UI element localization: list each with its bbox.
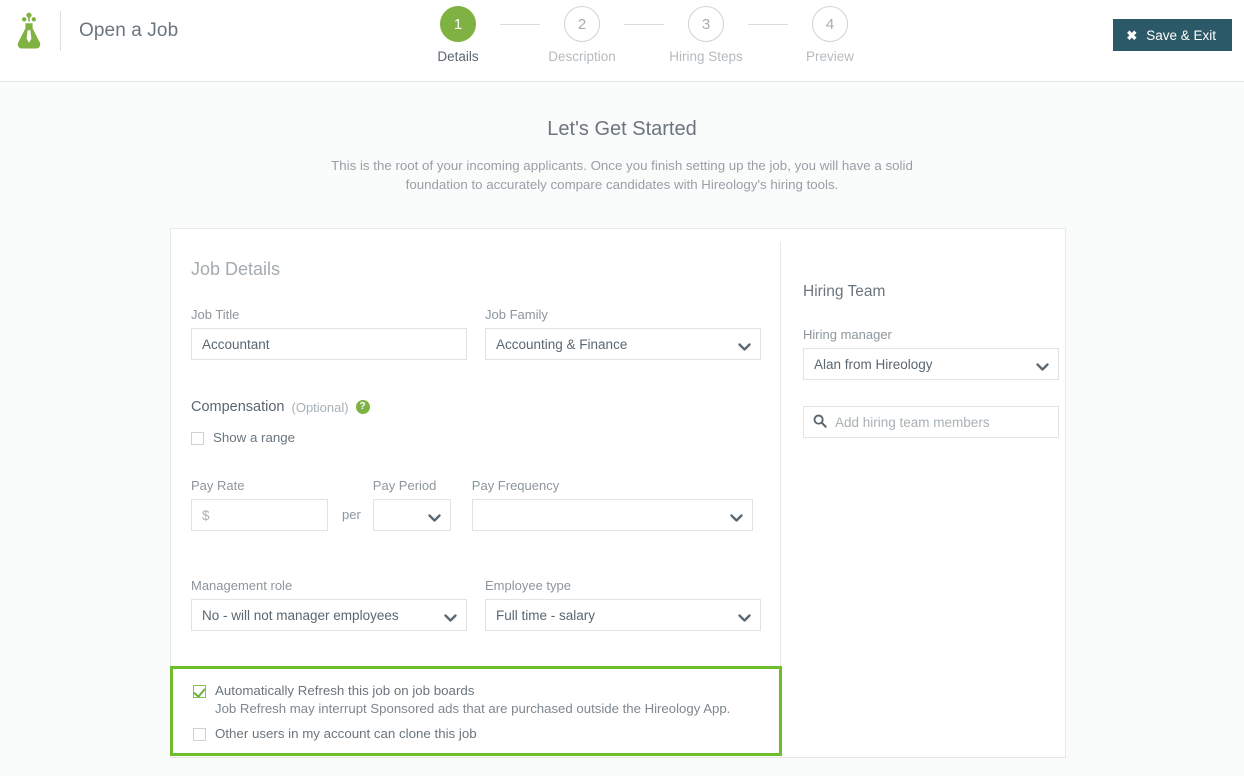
hiring-manager-select[interactable] bbox=[803, 348, 1059, 380]
clone-job-checkbox-row[interactable]: Other users in my account can clone this… bbox=[193, 726, 763, 741]
stepper-step-2[interactable]: 2 Description bbox=[540, 6, 624, 64]
auto-refresh-checkbox[interactable] bbox=[193, 685, 206, 698]
auto-refresh-checkbox-row[interactable]: Automatically Refresh this job on job bo… bbox=[193, 683, 763, 698]
step-number: 2 bbox=[564, 6, 600, 42]
step-connector bbox=[624, 24, 664, 25]
pay-rate-input[interactable] bbox=[191, 499, 328, 531]
step-label: Hiring Steps bbox=[669, 49, 743, 64]
field-hiring-manager: Hiring manager bbox=[803, 327, 1059, 380]
field-job-family: Job Family bbox=[485, 307, 761, 360]
field-pay-rate: Pay Rate bbox=[191, 478, 328, 531]
management-role-label: Management role bbox=[191, 578, 293, 593]
compensation-heading: Compensation (Optional) ? bbox=[191, 399, 370, 415]
clone-job-checkbox[interactable] bbox=[193, 728, 206, 741]
field-management-role: Management role bbox=[191, 578, 467, 631]
job-details-section-title: Job Details bbox=[191, 259, 281, 279]
save-and-exit-label: Save & Exit bbox=[1146, 27, 1216, 43]
stepper-step-4[interactable]: 4 Preview bbox=[788, 6, 872, 64]
hiring-manager-label: Hiring manager bbox=[803, 327, 892, 342]
step-connector bbox=[500, 24, 540, 25]
show-range-checkbox[interactable] bbox=[191, 432, 204, 445]
job-details-card: Job Details Job Title Job Family Compens… bbox=[170, 228, 1066, 759]
section-heading: Let's Get Started bbox=[547, 118, 697, 140]
step-number: 4 bbox=[812, 6, 848, 42]
question-mark-icon[interactable]: ? bbox=[355, 400, 370, 414]
section-subtitle: This is the root of your incoming applic… bbox=[331, 158, 913, 192]
auto-refresh-highlight-box: Automatically Refresh this job on job bo… bbox=[170, 666, 782, 756]
employee-type-select[interactable] bbox=[485, 599, 761, 631]
pay-rate-label: Pay Rate bbox=[191, 478, 245, 493]
employee-type-label: Employee type bbox=[485, 578, 571, 593]
pay-frequency-label: Pay Frequency bbox=[471, 478, 560, 493]
compensation-label: Compensation bbox=[191, 399, 285, 415]
compensation-optional-note: (Optional) bbox=[291, 399, 349, 415]
job-title-label: Job Title bbox=[191, 307, 240, 322]
field-pay-period: Pay Period bbox=[372, 478, 451, 531]
compensation-block: Compensation (Optional) ? bbox=[191, 399, 370, 415]
step-label: Details bbox=[437, 49, 479, 64]
flask-icon bbox=[14, 11, 44, 51]
pay-frequency-select[interactable] bbox=[471, 499, 753, 531]
app-header: Open a Job 1 Details 2 Description 3 Hir… bbox=[0, 0, 1244, 82]
brand-divider bbox=[60, 11, 61, 51]
auto-refresh-label: Automatically Refresh this job on job bo… bbox=[215, 683, 475, 698]
pay-period-label: Pay Period bbox=[372, 478, 437, 493]
step-label: Description bbox=[548, 49, 616, 64]
step-label: Preview bbox=[805, 49, 854, 64]
clone-job-label: Other users in my account can clone this… bbox=[215, 726, 477, 741]
hiring-team-section-title: Hiring Team bbox=[803, 283, 886, 300]
page-title: Open a Job bbox=[79, 20, 179, 41]
field-employee-type: Employee type bbox=[485, 578, 761, 631]
save-and-exit-button[interactable]: ✖ Save & Exit bbox=[1113, 19, 1232, 51]
job-title-input[interactable] bbox=[191, 328, 467, 360]
stepper-step-1[interactable]: 1 Details bbox=[416, 6, 500, 64]
row-title-family: Job Title Job Family bbox=[191, 307, 761, 360]
management-role-select[interactable] bbox=[191, 599, 467, 631]
field-add-hiring-team-members bbox=[803, 406, 1059, 438]
row-management: Management role Employee type bbox=[191, 578, 761, 631]
stepper: 1 Details 2 Description 3 Hiring Steps 4… bbox=[416, 6, 872, 64]
step-connector bbox=[748, 24, 788, 25]
job-family-select[interactable] bbox=[485, 328, 761, 360]
field-pay-frequency: Pay Frequency bbox=[471, 478, 753, 531]
stepper-step-3[interactable]: 3 Hiring Steps bbox=[664, 6, 748, 64]
show-range-checkbox-row[interactable]: Show a range bbox=[191, 430, 295, 445]
add-hiring-team-members-input[interactable] bbox=[803, 406, 1059, 438]
auto-refresh-note: Job Refresh may interrupt Sponsored ads … bbox=[215, 701, 731, 716]
step-number: 3 bbox=[688, 6, 724, 42]
show-range-label: Show a range bbox=[213, 430, 296, 445]
pay-period-select[interactable] bbox=[372, 499, 451, 531]
field-job-title: Job Title bbox=[191, 307, 467, 360]
row-pay: Pay Rate per Pay Period Pay Frequency bbox=[191, 478, 753, 531]
close-x-icon: ✖ bbox=[1126, 27, 1138, 43]
per-label: per bbox=[342, 507, 361, 522]
step-number: 1 bbox=[440, 6, 476, 42]
brand: Open a Job bbox=[14, 11, 178, 51]
job-family-label: Job Family bbox=[485, 307, 548, 322]
